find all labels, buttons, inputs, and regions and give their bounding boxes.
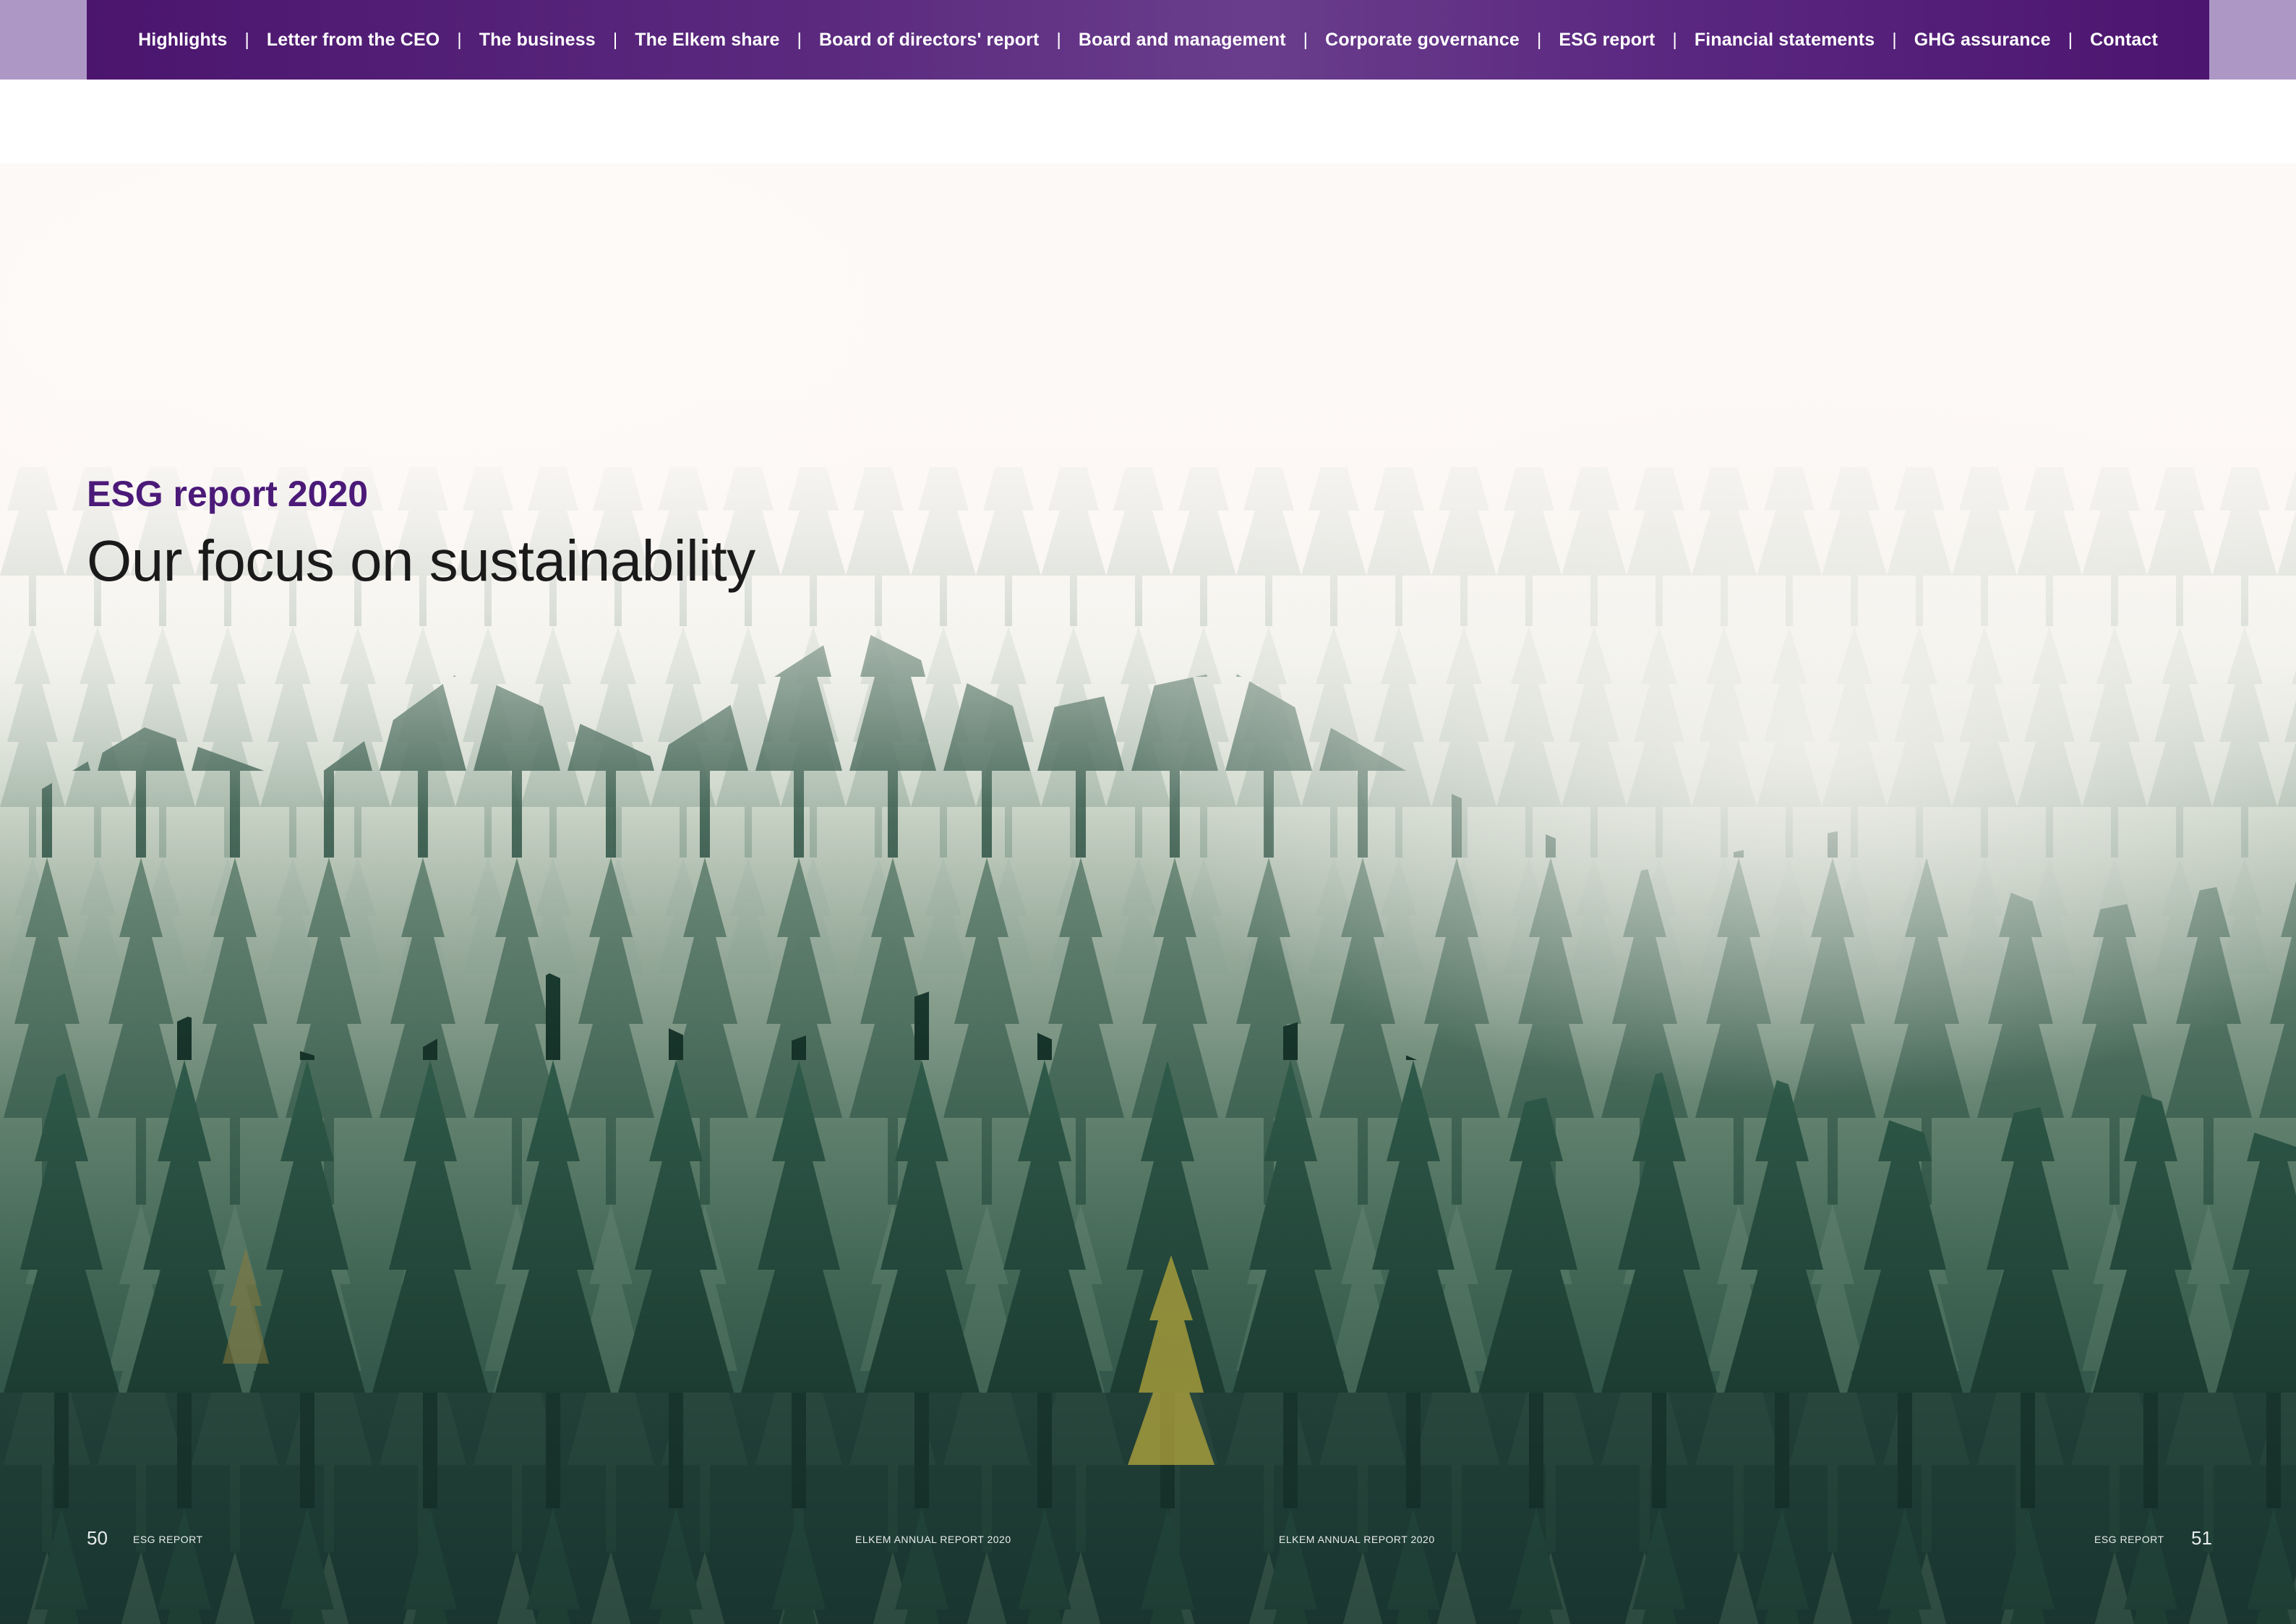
nav-item-elkem-share[interactable]: The Elkem share [635, 30, 779, 51]
nav-item-board-of-directors-report[interactable]: Board of directors' report [819, 30, 1039, 51]
nav-item-highlights[interactable]: Highlights [138, 30, 227, 51]
nav-separator: | [1536, 29, 1542, 50]
left-footer-section: ESG REPORT [133, 1534, 203, 1545]
right-footer-section: ESG REPORT [2094, 1534, 2164, 1545]
nav-item-financial-statements[interactable]: Financial statements [1695, 30, 1875, 51]
right-page-number: 51 [2191, 1527, 2212, 1549]
page-title: Our focus on sustainability [87, 529, 755, 593]
nav-item-contact[interactable]: Contact [2090, 30, 2158, 51]
nav-separator: | [612, 29, 618, 50]
nav-separator: | [1303, 29, 1308, 50]
nav-separator: | [1672, 29, 1677, 50]
nav-item-esg-report[interactable]: ESG report [1559, 30, 1655, 51]
nav-item-board-and-management[interactable]: Board and management [1079, 30, 1286, 51]
forest-hero-image [0, 163, 2296, 1624]
right-footer-publication: ELKEM ANNUAL REPORT 2020 [1279, 1534, 1435, 1545]
nav-item-corporate-governance[interactable]: Corporate governance [1325, 30, 1520, 51]
nav-separator: | [457, 29, 462, 50]
nav-separator: | [797, 29, 802, 50]
report-spread: Highlights | Letter from the CEO | The b… [0, 0, 2296, 1624]
nav-separator: | [1892, 29, 1897, 50]
left-page-number: 50 [87, 1527, 108, 1549]
left-footer-publication: ELKEM ANNUAL REPORT 2020 [855, 1534, 1011, 1545]
nav-item-the-business[interactable]: The business [479, 30, 596, 51]
nav-item-ghg-assurance[interactable]: GHG assurance [1914, 30, 2051, 51]
nav-item-letter-from-ceo[interactable]: Letter from the CEO [267, 30, 440, 51]
top-navigation: Highlights | Letter from the CEO | The b… [87, 0, 2209, 80]
nav-separator: | [1056, 29, 1061, 50]
section-kicker: ESG report 2020 [87, 474, 369, 514]
forest-illustration [0, 467, 2296, 1624]
nav-separator: | [2068, 29, 2073, 50]
nav-separator: | [244, 29, 249, 50]
